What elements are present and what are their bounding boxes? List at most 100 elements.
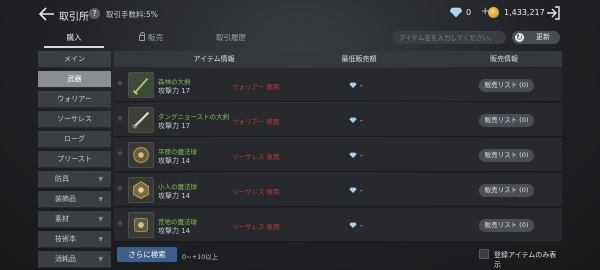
lowest-price-value: -	[360, 116, 363, 125]
favorite-star-icon[interactable]: ★	[116, 149, 124, 159]
tab-buy[interactable]: 購入	[38, 30, 110, 48]
item-class-restriction: ソーサレス 専用	[232, 188, 280, 196]
sidebar-item-priest[interactable]: プリースト	[38, 151, 111, 168]
search-input[interactable]	[392, 31, 506, 44]
item-thumbnail	[128, 107, 154, 133]
enhance-range: 0~+10以上	[182, 253, 219, 261]
favorite-star-icon[interactable]: ★	[116, 219, 124, 229]
listing-button[interactable]: 販売リスト (0)	[479, 149, 534, 162]
item-name: 荒地の魔法球	[158, 218, 197, 226]
diamond-balance: 0	[466, 8, 472, 17]
sidebar-item-skillbook[interactable]: 技術本 ▼	[38, 231, 111, 248]
refresh-icon	[515, 31, 524, 44]
column-header-item: アイテム情報	[193, 55, 235, 63]
item-attack: 攻撃力 17	[158, 122, 191, 130]
chevron-down-icon: ▼	[98, 216, 103, 223]
item-class-restriction: ソーサレス 専用	[232, 153, 280, 161]
tab-sell-label: 販売	[148, 33, 163, 42]
item-attack: 攻撃力 14	[158, 157, 191, 165]
favorite-star-icon[interactable]: ★	[116, 114, 124, 124]
tab-sell[interactable]: 販売	[126, 30, 176, 46]
sidebar-item-consumable[interactable]: 消耗品 ▼	[38, 251, 111, 268]
lowest-price-value: -	[360, 186, 363, 195]
listing-button[interactable]: 販売リスト (0)	[479, 219, 534, 232]
item-attack: 攻撃力 14	[158, 192, 191, 200]
lowest-price-value: -	[360, 81, 363, 90]
table-row[interactable]: ★ 小人の魔法球 攻撃力 14 ソーサレス 専用 - 販売リスト (0)	[114, 173, 562, 207]
item-thumbnail	[128, 72, 154, 98]
item-name: タングニョーストの大剣	[158, 113, 230, 121]
lowest-price: -	[349, 81, 363, 90]
exit-icon[interactable]	[545, 5, 561, 21]
favorite-star-icon[interactable]: ★	[116, 184, 124, 194]
item-name: 小人の魔法球	[158, 183, 197, 191]
diamond-icon	[349, 222, 357, 228]
top-bar: 取引所 ? 取引手数料:5% 0 + 1,433,217	[0, 0, 600, 28]
item-class-restriction: ウォリアー 専用	[232, 83, 280, 91]
table-row[interactable]: ★ タングニョーストの大剣 攻撃力 17 ウォリアー 専用 - 販売リスト (0…	[114, 103, 562, 137]
table-row[interactable]: ★ 平原の魔法球 攻撃力 14 ソーサレス 専用 - 販売リスト (0)	[114, 138, 562, 172]
favorite-star-icon[interactable]: ★	[116, 79, 124, 89]
listing-button[interactable]: 販売リスト (0)	[479, 184, 534, 197]
sidebar-item-label: 防具	[55, 175, 69, 183]
bottom-bar: さらに検索 0~+10以上 登録アイテムのみ表示	[114, 244, 562, 269]
diamond-icon	[349, 187, 357, 193]
registered-only-label: 登録アイテムのみ表示	[494, 251, 557, 269]
item-thumbnail	[128, 212, 154, 238]
listing-button[interactable]: 販売リスト (0)	[479, 114, 534, 127]
table-header: アイテム情報 最低販売額 販売情報	[114, 51, 562, 67]
lowest-price-value: -	[360, 221, 363, 230]
fee-text: 取引手数料:5%	[106, 10, 158, 19]
chevron-down-icon: ▼	[98, 256, 103, 263]
sidebar-item-main[interactable]: メイン	[38, 51, 111, 68]
help-icon[interactable]: ?	[89, 8, 100, 19]
page-title: 取引所	[59, 12, 89, 23]
sidebar-item-label: 消耗品	[55, 255, 76, 263]
listing-button[interactable]: 販売リスト (0)	[479, 79, 534, 92]
lowest-price: -	[349, 186, 363, 195]
item-name: 平原の魔法球	[158, 148, 197, 156]
sidebar-item-label: 素材	[55, 215, 69, 223]
column-header-listing: 販売情報	[490, 55, 518, 63]
refresh-label: 更新	[536, 33, 550, 41]
item-thumbnail	[128, 142, 154, 168]
chevron-down-icon: ▼	[98, 236, 103, 243]
lowest-price: -	[349, 151, 363, 160]
back-arrow-icon[interactable]	[38, 6, 56, 22]
item-attack: 攻撃力 14	[158, 227, 191, 235]
sidebar-item-rogue[interactable]: ローグ	[38, 131, 111, 148]
lock-icon	[139, 32, 145, 41]
sidebar-item-label: 装飾品	[55, 195, 76, 203]
sidebar-item-armor[interactable]: 防具 ▼	[38, 171, 111, 188]
column-header-price: 最低販売額	[341, 55, 377, 63]
tab-history[interactable]: 取引履歴	[206, 30, 256, 46]
item-class-restriction: ウォリアー 専用	[232, 118, 280, 126]
table-row[interactable]: ★ 森林の大剣 攻撃力 17 ウォリアー 専用 - 販売リスト (0)	[114, 68, 562, 102]
sidebar-item-warrior[interactable]: ウォリアー	[38, 91, 111, 108]
chevron-down-icon: ▼	[98, 176, 103, 183]
diamond-icon	[349, 82, 357, 88]
item-list: ★ 森林の大剣 攻撃力 17 ウォリアー 専用 - 販売リスト (0) ★ タン…	[114, 68, 562, 242]
chevron-down-icon: ▼	[98, 196, 103, 203]
registered-only-checkbox[interactable]	[479, 249, 489, 259]
diamond-icon	[349, 117, 357, 123]
lowest-price-value: -	[360, 151, 363, 160]
diamond-icon	[349, 152, 357, 158]
item-name: 森林の大剣	[158, 78, 191, 86]
item-attack: 攻撃力 17	[158, 87, 191, 95]
item-class-restriction: ソーサレス 専用	[232, 223, 280, 231]
lowest-price: -	[349, 221, 363, 230]
category-sidebar: メイン 武器 ウォリアー ソーサレス ローグ プリースト 防具 ▼ 装飾品 ▼ 素材…	[38, 51, 111, 270]
sidebar-item-accessory[interactable]: 装飾品 ▼	[38, 191, 111, 208]
search-more-button[interactable]: さらに検索	[117, 247, 177, 262]
refresh-button[interactable]: 更新	[512, 31, 560, 44]
item-thumbnail	[128, 177, 154, 203]
table-row[interactable]: ★ 荒地の魔法球 攻撃力 14 ソーサレス 専用 - 販売リスト (0)	[114, 208, 562, 242]
sidebar-item-label: 技術本	[55, 235, 76, 243]
diamond-icon	[449, 7, 463, 18]
lowest-price: -	[349, 116, 363, 125]
sidebar-item-material[interactable]: 素材 ▼	[38, 211, 111, 228]
gold-balance: 1,433,217	[504, 8, 545, 17]
sidebar-item-weapon[interactable]: 武器	[38, 71, 111, 88]
sidebar-item-sorceress[interactable]: ソーサレス	[38, 111, 111, 128]
